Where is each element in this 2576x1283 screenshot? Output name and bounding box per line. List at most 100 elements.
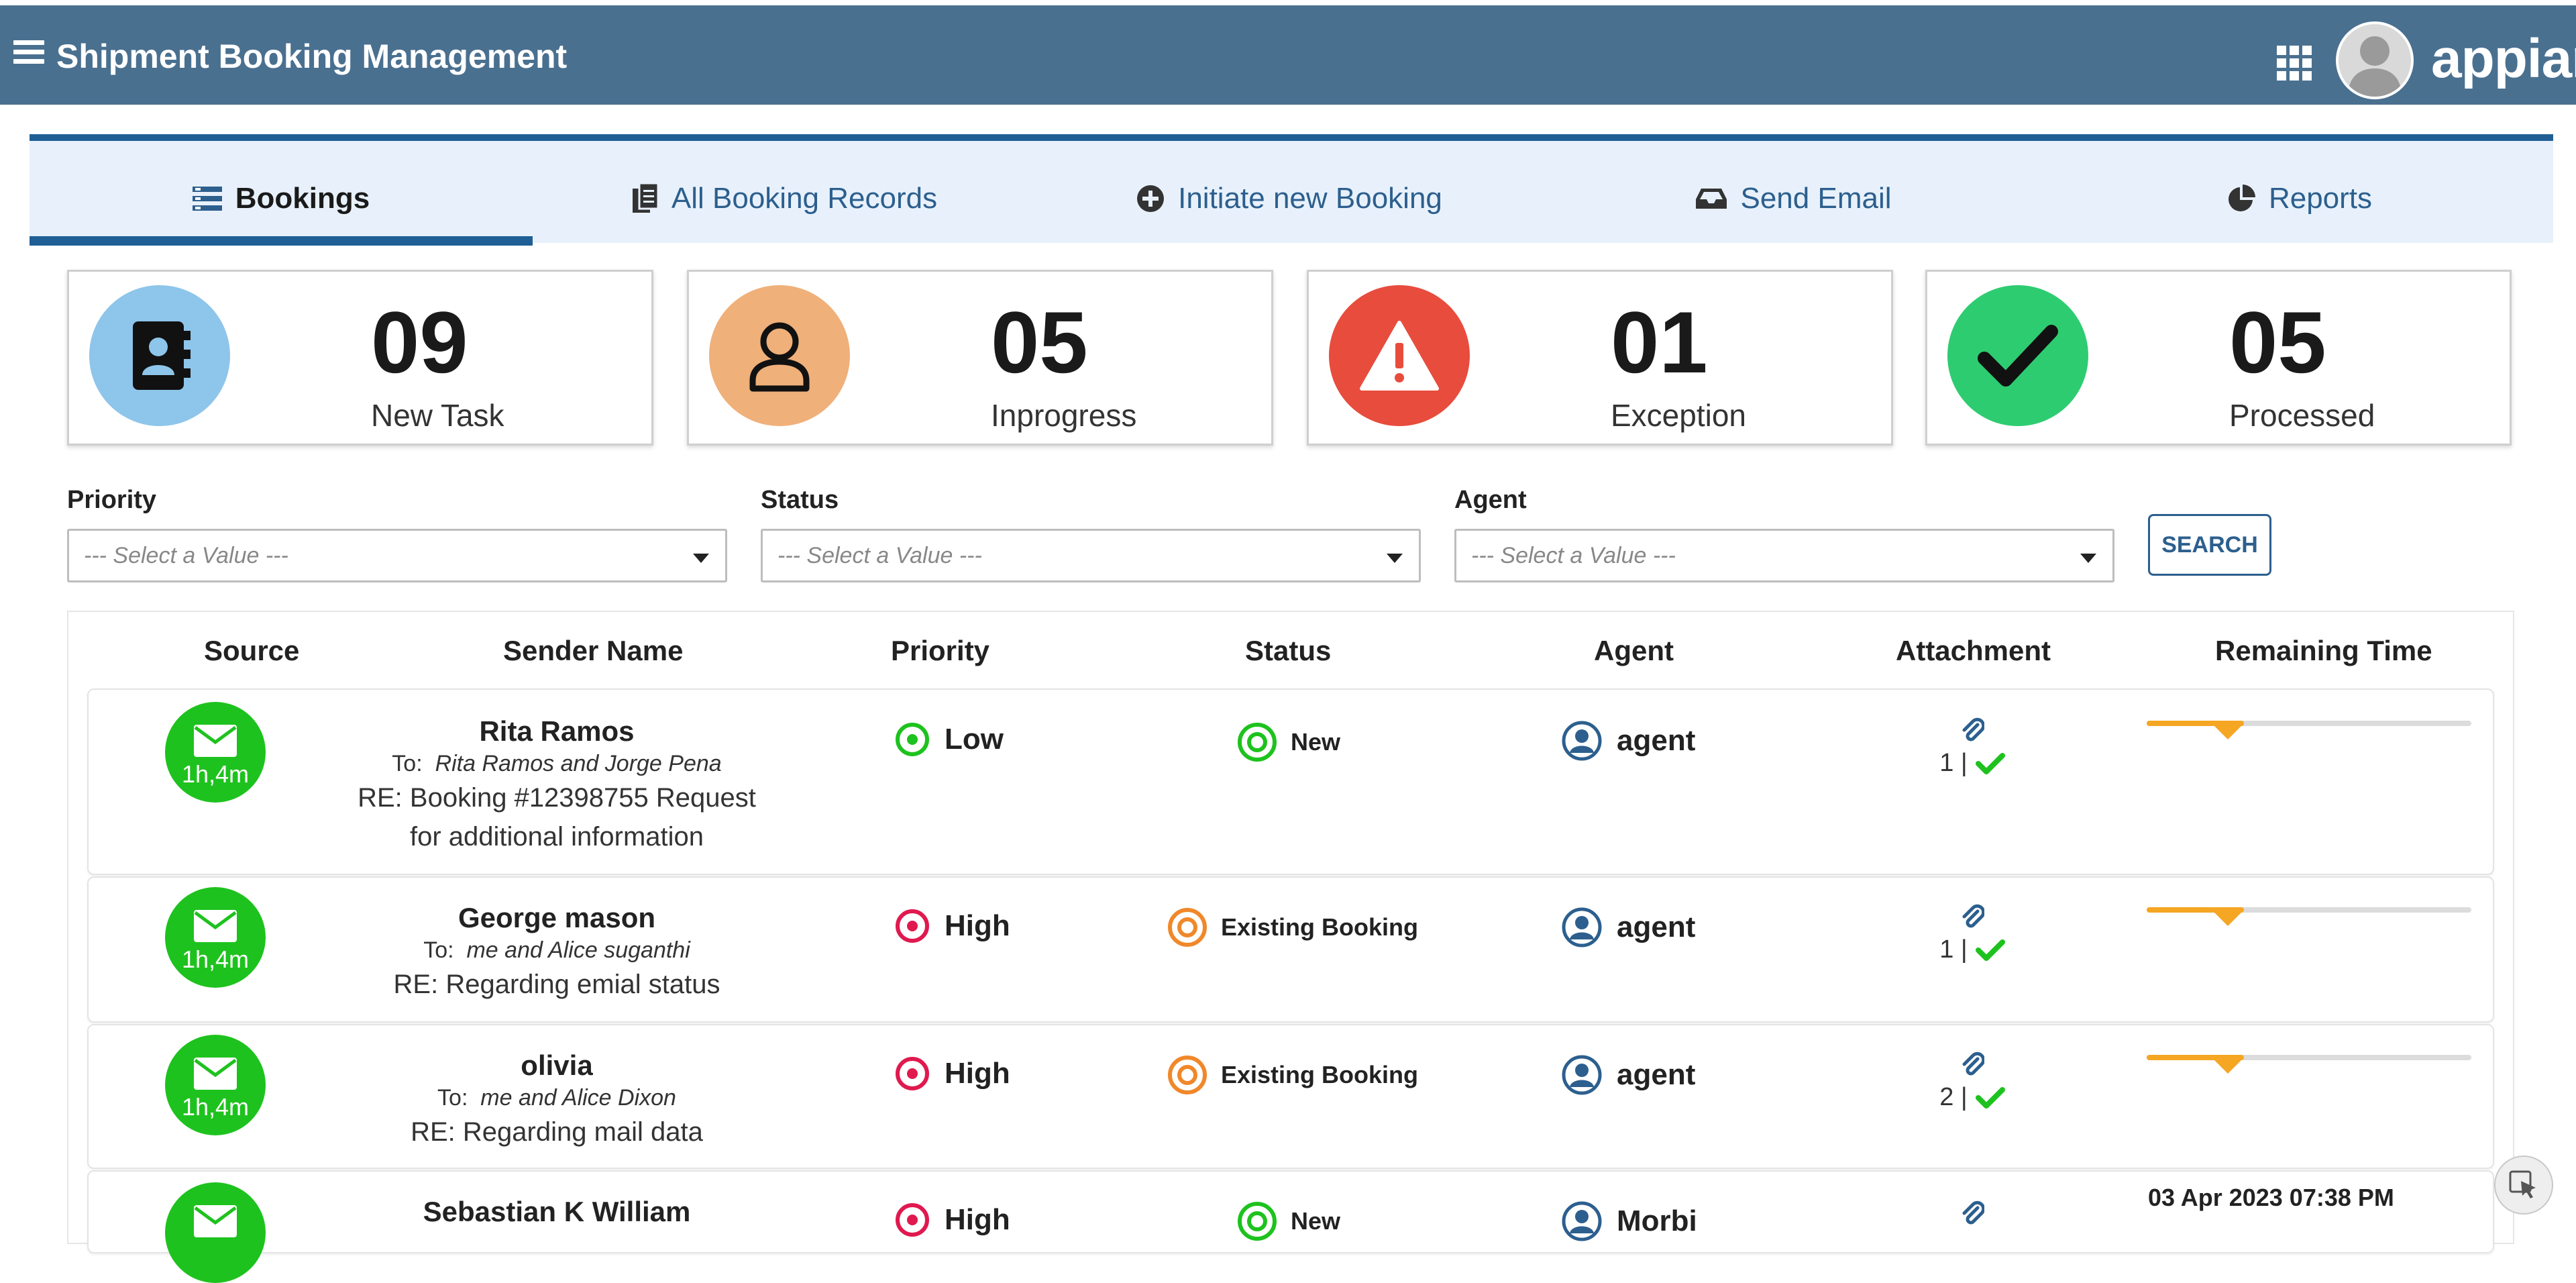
stat-card-new-task[interactable]: 09 New Task xyxy=(67,270,653,446)
attachment-cell[interactable]: 1 | xyxy=(1932,717,2012,778)
email-source-badge[interactable]: 1h,4m xyxy=(165,887,266,988)
caret-down-icon xyxy=(2080,554,2096,563)
stat-count: 05 xyxy=(2229,293,2326,391)
source-time: 1h,4m xyxy=(181,1094,250,1121)
priority-select[interactable]: --- Select a Value --- xyxy=(67,529,727,582)
caret-down-icon xyxy=(1387,554,1403,563)
column-header-remaining-time[interactable]: Remaining Time xyxy=(2215,635,2432,667)
source-time: 1h,4m xyxy=(181,761,250,788)
stat-card-processed[interactable]: 05 Processed xyxy=(1925,270,2512,446)
envelope-icon xyxy=(194,1058,237,1090)
email-source-badge[interactable] xyxy=(165,1182,266,1283)
grid-icon[interactable] xyxy=(2275,44,2313,82)
status-cell: New xyxy=(1237,1201,1340,1241)
stat-card-exception[interactable]: 01 Exception xyxy=(1307,270,1893,446)
remaining-time-marker xyxy=(2212,911,2243,926)
attachment-count: 1 | xyxy=(1939,749,1968,777)
target-icon xyxy=(1168,1056,1207,1094)
email-source-badge[interactable]: 1h,4m xyxy=(165,1035,266,1135)
attachment-cell[interactable] xyxy=(1932,1200,2012,1228)
sender-cell: Sebastian K William xyxy=(295,1194,818,1229)
floating-action-button[interactable] xyxy=(2494,1156,2553,1215)
active-tab-indicator xyxy=(30,236,533,246)
priority-label: High xyxy=(945,909,1010,942)
agent-select[interactable]: --- Select a Value --- xyxy=(1454,529,2114,582)
app-title: Shipment Booking Management xyxy=(56,38,568,75)
priority-cell: High xyxy=(895,909,1010,943)
column-header-sender-name[interactable]: Sender Name xyxy=(503,635,683,667)
attachment-cell[interactable]: 1 | xyxy=(1932,903,2012,964)
agent-filter-label: Agent xyxy=(1454,486,1527,514)
agent-select-placeholder: --- Select a Value --- xyxy=(1471,543,1676,568)
envelope-icon xyxy=(194,1205,237,1237)
remaining-time-date: 03 Apr 2023 07:38 PM xyxy=(2148,1184,2394,1211)
user-circle-icon xyxy=(1562,1055,1602,1095)
user-silhouette-icon xyxy=(2348,36,2402,97)
priority-label: Low xyxy=(945,723,1004,756)
tab-bookings[interactable]: Bookings xyxy=(30,172,533,225)
agent-name[interactable]: agent xyxy=(1617,724,1695,758)
check-icon xyxy=(1975,1086,2005,1109)
attachment-cell[interactable]: 2 | xyxy=(1932,1051,2012,1112)
stat-count: 01 xyxy=(1611,293,1708,391)
status-label: Existing Booking xyxy=(1221,913,1419,941)
sender-name[interactable]: Rita Ramos xyxy=(295,714,818,749)
hamburger-icon[interactable] xyxy=(13,40,44,70)
column-header-status[interactable]: Status xyxy=(1245,635,1331,667)
target-icon xyxy=(1238,723,1277,762)
remaining-time-marker xyxy=(2212,725,2243,739)
column-header-source[interactable]: Source xyxy=(204,635,299,667)
stat-icon-circle xyxy=(1947,285,2088,426)
envelope-icon xyxy=(194,910,237,942)
stat-label: Inprogress xyxy=(991,398,1137,433)
target-icon xyxy=(1168,908,1207,947)
column-header-agent[interactable]: Agent xyxy=(1594,635,1674,667)
user-circle-icon xyxy=(1562,1201,1602,1241)
agent-name[interactable]: agent xyxy=(1617,1058,1695,1092)
tab-initiate-new-booking[interactable]: Initiate new Booking xyxy=(1037,172,1542,225)
sender-name[interactable]: Sebastian K William xyxy=(295,1194,818,1229)
recipients: To: me and Alice Dixon xyxy=(437,1085,676,1111)
nav-tabs: Bookings All Booking Records Initiate ne… xyxy=(30,134,2553,246)
remaining-time-marker xyxy=(2212,1059,2243,1074)
check-icon xyxy=(1975,752,2005,774)
tab-send-email[interactable]: Send Email xyxy=(1542,172,2046,225)
tab-label: All Booking Records xyxy=(671,182,938,215)
stat-label: Exception xyxy=(1611,398,1747,433)
column-header-attachment[interactable]: Attachment xyxy=(1896,635,2051,667)
tab-reports[interactable]: Reports xyxy=(2046,172,2553,225)
stat-icon-circle xyxy=(709,285,850,426)
cursor-select-icon xyxy=(2509,1170,2536,1198)
email-subject: RE: Booking #12398755 Request xyxy=(358,783,756,813)
search-button[interactable]: SEARCH xyxy=(2148,514,2271,576)
column-header-priority[interactable]: Priority xyxy=(891,635,989,667)
recipients: To: me and Alice suganthi xyxy=(423,937,690,963)
agent-name[interactable]: Morbi xyxy=(1617,1204,1697,1238)
status-select[interactable]: --- Select a Value --- xyxy=(761,529,1421,582)
status-cell: Existing Booking xyxy=(1167,1055,1418,1095)
priority-select-placeholder: --- Select a Value --- xyxy=(84,543,288,568)
stat-count: 09 xyxy=(371,293,468,391)
stat-card-inprogress[interactable]: 05 Inprogress xyxy=(687,270,1273,446)
check-icon xyxy=(1978,325,2058,387)
agent-name[interactable]: agent xyxy=(1617,911,1695,944)
priority-filter-label: Priority xyxy=(67,486,157,514)
list-icon xyxy=(192,187,222,211)
tab-all-booking-records[interactable]: All Booking Records xyxy=(533,172,1037,225)
plus-circle-icon xyxy=(1137,185,1165,212)
target-icon xyxy=(896,1203,929,1237)
paperclip-icon xyxy=(1962,717,1984,741)
paperclip-icon xyxy=(1962,904,1984,928)
agent-cell: agent xyxy=(1562,721,1695,761)
sender-name[interactable]: George mason xyxy=(295,901,818,935)
target-icon xyxy=(896,909,929,943)
stat-icon-circle xyxy=(89,285,230,426)
agent-cell: Morbi xyxy=(1562,1201,1697,1241)
target-icon xyxy=(896,1057,929,1090)
email-source-badge[interactable]: 1h,4m xyxy=(165,702,266,803)
priority-cell: High xyxy=(895,1202,1010,1237)
stat-count: 05 xyxy=(991,293,1088,391)
status-label: New xyxy=(1291,728,1341,756)
sender-name[interactable]: olivia xyxy=(295,1048,818,1083)
avatar[interactable] xyxy=(2336,21,2414,99)
